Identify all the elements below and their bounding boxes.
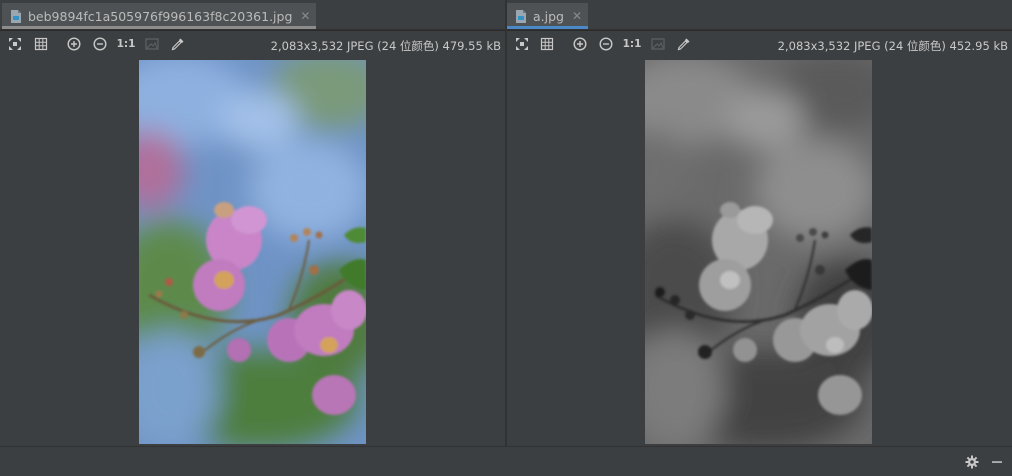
grid-icon[interactable] bbox=[539, 36, 555, 52]
close-tab-icon[interactable]: ✕ bbox=[300, 9, 310, 23]
status-bar bbox=[0, 446, 1012, 476]
actual-size-button[interactable]: 1:1 bbox=[117, 36, 136, 52]
image-preview bbox=[645, 60, 872, 444]
image-toolbar: 1:1 2,083x3,532 JPEG (24 位颜色) 479.55 kB bbox=[0, 31, 505, 57]
image-viewport[interactable] bbox=[0, 57, 505, 446]
tab-label: a.jpg bbox=[533, 8, 564, 24]
tab-underline bbox=[507, 26, 589, 29]
actual-size-button[interactable]: 1:1 bbox=[623, 36, 642, 52]
image-preview bbox=[139, 60, 366, 444]
editor-pane-left: beb9894fc1a505976f996163f8c20361.jpg ✕ 1… bbox=[0, 0, 505, 446]
grayscale-photo bbox=[645, 60, 872, 444]
tab-underline bbox=[2, 26, 317, 29]
image-info: 2,083x3,532 JPEG (24 位颜色) 452.95 kB bbox=[777, 39, 1008, 53]
tab-label: beb9894fc1a505976f996163f8c20361.jpg bbox=[28, 8, 293, 24]
zoom-in-icon[interactable] bbox=[66, 36, 82, 52]
gear-icon[interactable] bbox=[964, 454, 980, 470]
image-toolbar: 1:1 2,083x3,532 JPEG (24 位颜色) 452.95 kB bbox=[507, 31, 1012, 57]
zoom-out-icon[interactable] bbox=[92, 36, 108, 52]
tab-bar: beb9894fc1a505976f996163f8c20361.jpg ✕ bbox=[0, 0, 505, 30]
zoom-out-icon[interactable] bbox=[598, 36, 614, 52]
tab-a-jpg[interactable]: a.jpg ✕ bbox=[507, 3, 589, 29]
tab-beb9894-jpg[interactable]: beb9894fc1a505976f996163f8c20361.jpg ✕ bbox=[2, 3, 317, 29]
fit-zoom-icon[interactable] bbox=[7, 36, 23, 52]
image-file-icon bbox=[516, 9, 526, 23]
color-picker-icon[interactable] bbox=[676, 36, 692, 52]
editor-pane-right: a.jpg ✕ 1:1 2,083x3,532 JPEG (24 位颜色) 45… bbox=[507, 0, 1012, 446]
image-viewport[interactable] bbox=[507, 57, 1012, 446]
background-icon[interactable] bbox=[650, 36, 666, 52]
background-icon[interactable] bbox=[144, 36, 160, 52]
grid-icon[interactable] bbox=[33, 36, 49, 52]
fit-zoom-icon[interactable] bbox=[514, 36, 530, 52]
color-photo bbox=[139, 60, 366, 444]
tab-bar: a.jpg ✕ bbox=[507, 0, 1012, 30]
close-tab-icon[interactable]: ✕ bbox=[572, 9, 582, 23]
image-info: 2,083x3,532 JPEG (24 位颜色) 479.55 kB bbox=[270, 39, 501, 53]
zoom-in-icon[interactable] bbox=[572, 36, 588, 52]
color-picker-icon[interactable] bbox=[170, 36, 186, 52]
image-file-icon bbox=[11, 9, 21, 23]
minimize-icon[interactable] bbox=[989, 454, 1005, 470]
